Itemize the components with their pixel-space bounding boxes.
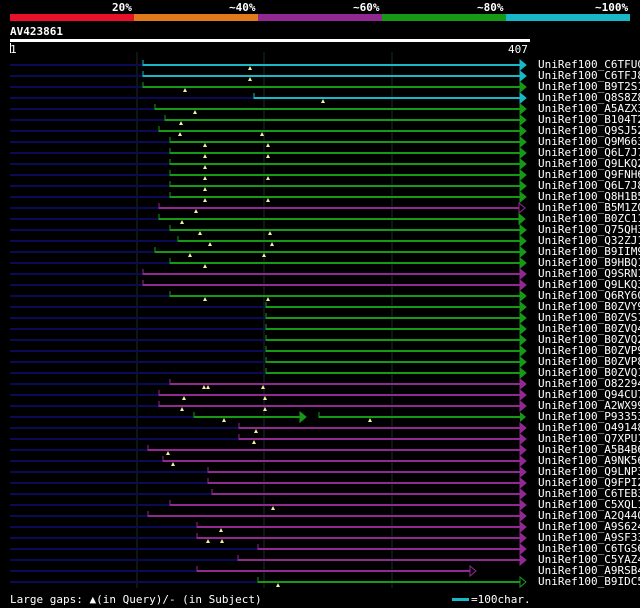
hit-arrowhead <box>519 278 527 292</box>
query-gap-marker <box>166 451 170 455</box>
query-gap-marker <box>219 528 223 532</box>
hit-arrowhead <box>519 520 527 534</box>
query-gap-marker <box>203 176 207 180</box>
query-gap-marker <box>203 165 207 169</box>
query-gap-marker <box>276 583 280 587</box>
query-gap-marker <box>203 297 207 301</box>
hit-arrowhead <box>519 102 527 116</box>
query-gap-marker <box>194 209 198 213</box>
hit-arrowhead <box>469 564 477 578</box>
hit-arrowhead <box>519 223 527 237</box>
hit-arrowhead <box>519 300 527 314</box>
hit-arrowhead <box>519 146 527 160</box>
query-gap-marker <box>248 77 252 81</box>
query-gap-marker <box>178 132 182 136</box>
query-gap-marker <box>203 154 207 158</box>
query-gap-marker <box>180 220 184 224</box>
query-gap-marker <box>193 110 197 114</box>
hit-arrowhead <box>519 256 527 270</box>
hit-arrowhead <box>519 179 527 193</box>
hit-arrowhead <box>519 366 527 380</box>
query-gap-marker <box>220 539 224 543</box>
hit-arrowhead <box>519 355 527 369</box>
query-gap-marker <box>262 253 266 257</box>
hit-arrowhead <box>519 113 527 127</box>
query-gap-marker <box>260 132 264 136</box>
hit-arrowhead <box>519 553 527 567</box>
hit-arrowhead <box>518 212 526 226</box>
hit-arrowhead <box>519 344 527 358</box>
query-gap-marker <box>222 418 226 422</box>
hit-arrowhead <box>519 267 527 281</box>
hit-arrowhead <box>519 399 527 413</box>
hit-arrowhead <box>519 465 527 479</box>
hit-arrowhead <box>519 135 527 149</box>
hit-arrowhead <box>519 157 527 171</box>
query-gap-marker <box>180 407 184 411</box>
query-gap-marker <box>266 143 270 147</box>
hit-arrowhead <box>519 58 527 72</box>
query-gap-marker <box>206 385 210 389</box>
query-gap-marker <box>203 143 207 147</box>
query-gap-marker <box>271 506 275 510</box>
hit-arrowhead <box>519 443 527 457</box>
hit-arrowhead <box>520 412 526 422</box>
query-gap-marker <box>179 121 183 125</box>
hit-arrowhead <box>519 454 527 468</box>
query-gap-marker <box>252 440 256 444</box>
hit-arrowhead <box>519 498 527 512</box>
hit-arrowhead <box>519 542 527 556</box>
hit-arrowhead <box>519 234 527 248</box>
query-gap-marker <box>188 253 192 257</box>
query-gap-marker <box>182 396 186 400</box>
hit-name[interactable]: UniRef100_B9IDC5 <box>538 576 640 587</box>
query-gap-marker <box>248 66 252 70</box>
query-gap-marker <box>183 88 187 92</box>
hit-arrowhead <box>519 432 527 446</box>
hit-arrowhead <box>519 487 527 501</box>
hit-arrowhead <box>519 168 527 182</box>
hit-arrowhead <box>518 201 526 215</box>
hit-arrowhead <box>519 333 527 347</box>
hit-arrowhead <box>519 289 527 303</box>
hit-arrowhead <box>519 190 527 204</box>
hit-arrowhead <box>519 124 527 138</box>
query-gap-marker <box>270 242 274 246</box>
query-gap-marker <box>203 264 207 268</box>
query-gap-marker <box>203 198 207 202</box>
query-gap-marker <box>266 154 270 158</box>
hit-arrowhead <box>519 531 527 545</box>
scale-bar <box>452 598 469 601</box>
query-gap-marker <box>266 176 270 180</box>
query-gap-marker <box>208 242 212 246</box>
hit-arrowhead <box>519 322 527 336</box>
hit-arrowhead <box>519 91 527 105</box>
hit-arrowhead <box>519 509 527 523</box>
query-gap-marker <box>206 539 210 543</box>
query-gap-marker <box>268 231 272 235</box>
hit-arrowhead <box>519 388 527 402</box>
query-gap-marker <box>266 198 270 202</box>
hit-arrowhead <box>519 575 527 589</box>
query-gap-marker <box>171 462 175 466</box>
scale-bar-label: =100char. <box>471 593 531 606</box>
query-gap-marker <box>202 385 206 389</box>
hit-arrowhead <box>519 421 527 435</box>
gaps-legend: Large gaps: ▲(in Query)/- (in Subject) <box>10 593 262 606</box>
hit-arrowhead <box>519 80 527 94</box>
hit-arrowhead <box>519 377 527 391</box>
hit-arrowhead <box>299 410 307 424</box>
hit-arrowhead <box>519 311 527 325</box>
hit-arrowhead <box>519 476 527 490</box>
query-gap-marker <box>254 429 258 433</box>
query-gap-marker <box>266 297 270 301</box>
query-gap-marker <box>321 99 325 103</box>
query-gap-marker <box>203 187 207 191</box>
hit-arrowhead <box>519 69 527 83</box>
query-gap-marker <box>368 418 372 422</box>
hit-arrowhead <box>519 245 527 259</box>
query-gap-marker <box>198 231 202 235</box>
